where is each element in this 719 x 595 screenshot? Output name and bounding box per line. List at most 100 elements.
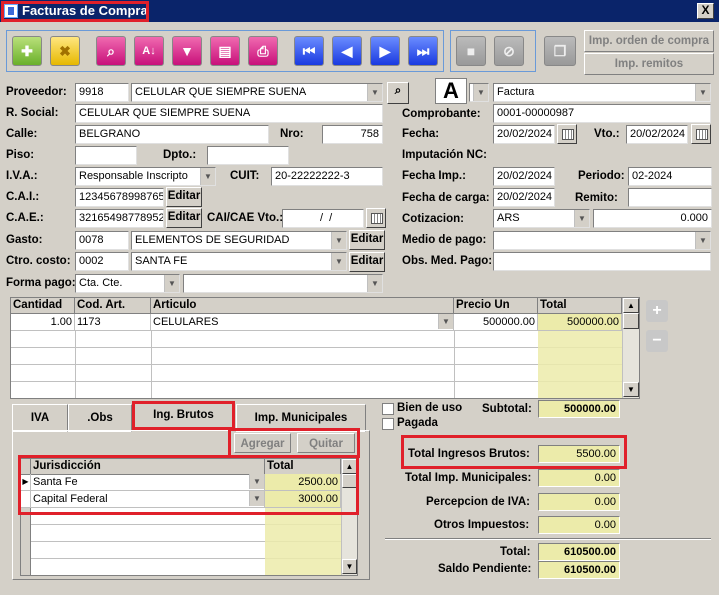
proveedor-code-input[interactable]: 9918 [75, 83, 129, 102]
calendar-icon[interactable] [366, 208, 386, 228]
tab-obs[interactable]: .Obs [68, 404, 132, 432]
cai-cae-vto-label: CAI/CAE Vto.: [207, 212, 284, 224]
cae-input[interactable]: 32165498778952 [75, 209, 164, 228]
search-icon[interactable]: ⌕ [96, 36, 126, 66]
print-icon[interactable]: ⎙ [248, 36, 278, 66]
chevron-down-icon[interactable]: ▼ [574, 210, 589, 227]
razon-social-input[interactable]: CELULAR QUE SIEMPRE SUENA [75, 104, 383, 123]
col-cantidad[interactable]: Cantidad [11, 298, 75, 314]
remito-input[interactable] [628, 188, 712, 207]
piso-input[interactable] [75, 146, 137, 165]
delete-icon[interactable]: ✖ [50, 36, 80, 66]
search-provider-button[interactable]: ⌕ [387, 82, 409, 104]
edit-ctro-button[interactable]: Editar [349, 252, 385, 272]
add-icon[interactable]: ✚ [12, 36, 42, 66]
add-row-icon[interactable]: + [646, 300, 668, 322]
cell-cantidad[interactable]: 1.00 [11, 314, 75, 331]
bien-de-uso-label: Bien de uso [397, 402, 463, 414]
cuit-input[interactable]: 20-22222222-3 [271, 167, 383, 186]
chevron-down-icon[interactable]: ▼ [367, 84, 382, 101]
periodo-input[interactable]: 02-2024 [628, 167, 712, 186]
cell-cod-art[interactable]: 1173 [75, 314, 151, 331]
cai-cae-vto-input[interactable]: / / [282, 209, 364, 228]
ctro-costo-select[interactable]: SANTA FE ▼ [131, 252, 347, 271]
forma-pago-extra-select[interactable]: ▼ [183, 274, 383, 293]
vto-input[interactable]: 20/02/2024 [626, 125, 688, 144]
edit-cae-button[interactable]: Editar [166, 208, 202, 228]
gasto-code-input[interactable]: 0078 [75, 231, 129, 250]
calendar-icon[interactable] [557, 124, 577, 144]
dpto-input[interactable] [207, 146, 289, 165]
proveedor-name: CELULAR QUE SIEMPRE SUENA [135, 86, 307, 98]
items-scrollbar[interactable]: ▲ ▼ [622, 298, 639, 398]
quitar-button[interactable]: Quitar [297, 433, 355, 453]
comprobante-input[interactable]: 0001-00000987 [493, 104, 711, 123]
scroll-up-icon[interactable]: ▲ [623, 298, 639, 313]
tab-ing-brutos[interactable]: Ing. Brutos [132, 401, 235, 430]
fecha-imp-input[interactable]: 20/02/2024 [493, 167, 555, 186]
pagada-checkbox[interactable] [382, 418, 394, 430]
last-record-icon[interactable]: ⏭ [408, 36, 438, 66]
agregar-button[interactable]: Agregar [234, 433, 291, 453]
highlight-ib-rows [18, 455, 359, 515]
copy-icon[interactable]: ❐ [544, 36, 576, 66]
calle-input[interactable]: BELGRANO [75, 125, 269, 144]
tab-iva[interactable]: IVA [12, 404, 68, 432]
fecha-imp-label: Fecha Imp.: [402, 170, 466, 182]
edit-gasto-button[interactable]: Editar [349, 230, 385, 250]
remove-row-icon[interactable]: − [646, 330, 668, 352]
filter-icon[interactable]: ▼ [172, 36, 202, 66]
chevron-down-icon[interactable]: ▼ [438, 314, 453, 329]
total-value: 610500.00 [538, 543, 620, 561]
calendar-icon[interactable] [691, 124, 711, 144]
chevron-down-icon[interactable]: ▼ [695, 84, 710, 101]
chevron-down-icon[interactable]: ▼ [473, 84, 488, 101]
next-record-icon[interactable]: ▶ [370, 36, 400, 66]
sort-icon[interactable]: A↓ [134, 36, 164, 66]
bien-de-uso-checkbox[interactable] [382, 403, 394, 415]
save-icon[interactable]: ■ [456, 36, 486, 66]
proveedor-select[interactable]: CELULAR QUE SIEMPRE SUENA ▼ [131, 83, 383, 102]
chevron-down-icon[interactable]: ▼ [695, 232, 710, 249]
edit-cai-button[interactable]: Editar [166, 187, 202, 207]
print-remits-button[interactable]: Imp. remitos [584, 53, 714, 75]
chevron-down-icon[interactable]: ▼ [200, 168, 215, 185]
close-button[interactable]: X [697, 3, 714, 19]
col-precio[interactable]: Precio Un [454, 298, 538, 314]
fecha-carga-input[interactable]: 20/02/2024 [493, 188, 555, 207]
cell-precio[interactable]: 500000.00 [454, 314, 538, 331]
chevron-down-icon[interactable]: ▼ [164, 275, 179, 292]
cell-articulo[interactable]: CELULARES ▼ [151, 314, 454, 331]
nro-label: Nro: [280, 128, 304, 140]
col-cod-art[interactable]: Cod. Art. [75, 298, 151, 314]
print-order-button[interactable]: Imp. orden de compra [584, 30, 714, 52]
moneda-select[interactable]: ARS ▼ [493, 209, 590, 228]
letter-select[interactable]: ▼ [469, 83, 489, 102]
tipo-select[interactable]: Factura ▼ [493, 83, 711, 102]
highlight-title [1, 1, 149, 22]
nro-input[interactable]: 758 [322, 125, 383, 144]
medio-pago-select[interactable]: ▼ [493, 231, 711, 250]
cai-input[interactable]: 12345678998765 [75, 188, 164, 207]
fecha-input[interactable]: 20/02/2024 [493, 125, 555, 144]
chevron-down-icon[interactable]: ▼ [367, 275, 382, 292]
forma-pago-select[interactable]: Cta. Cte. ▼ [75, 274, 180, 293]
col-articulo[interactable]: Articulo [151, 298, 454, 314]
scroll-thumb[interactable] [623, 313, 639, 329]
scroll-down-icon[interactable]: ▼ [623, 382, 639, 397]
cancel-icon[interactable]: ⊘ [494, 36, 524, 66]
cell-total[interactable]: 500000.00 [538, 314, 622, 331]
col-total[interactable]: Total [538, 298, 622, 314]
ctro-costo-code-input[interactable]: 0002 [75, 252, 129, 271]
first-record-icon[interactable]: ⏮ [294, 36, 324, 66]
scroll-down-icon[interactable]: ▼ [342, 559, 357, 574]
chevron-down-icon[interactable]: ▼ [331, 232, 346, 249]
clipboard-icon[interactable]: ▤ [210, 36, 240, 66]
obs-med-pago-input[interactable] [493, 252, 711, 271]
cotizacion-input[interactable]: 0.000 [593, 209, 712, 228]
chevron-down-icon[interactable]: ▼ [331, 253, 346, 270]
percepcion-iva-label: Percepcion de IVA: [426, 496, 530, 508]
gasto-select[interactable]: ELEMENTOS DE SEGURIDAD ▼ [131, 231, 347, 250]
iva-select[interactable]: Responsable Inscripto ▼ [75, 167, 216, 186]
prev-record-icon[interactable]: ◀ [332, 36, 362, 66]
